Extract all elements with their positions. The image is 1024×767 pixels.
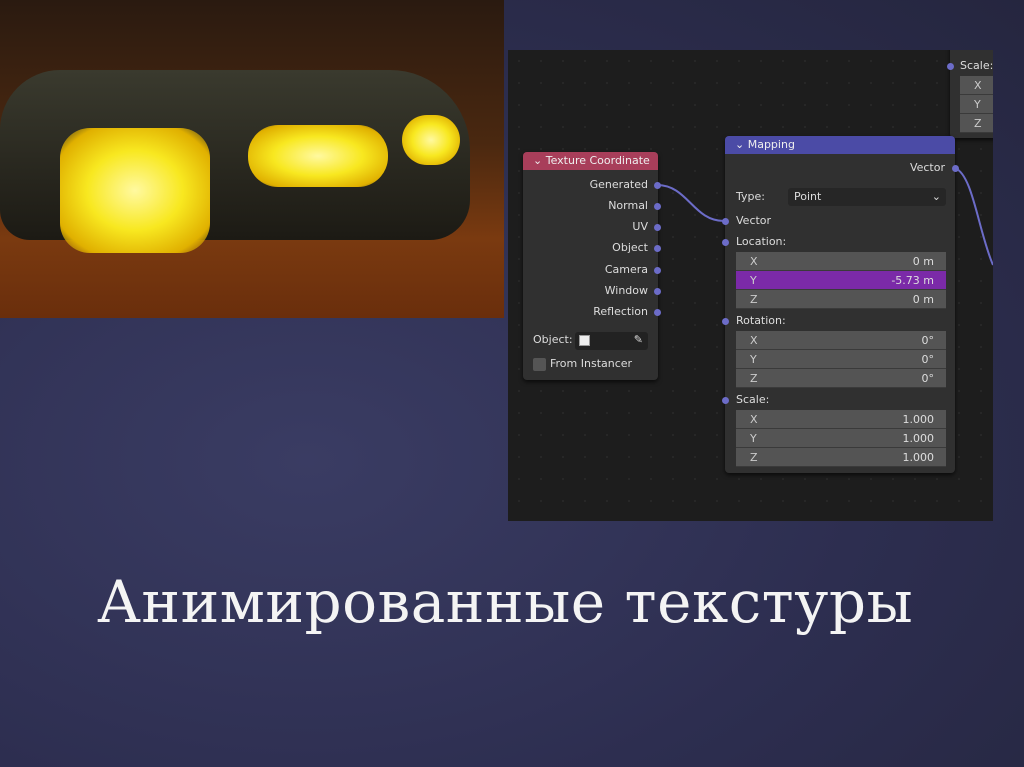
output-window: Window: [604, 284, 648, 297]
side-scale-label: Scale:: [960, 59, 993, 72]
engine-glow-right: [402, 115, 460, 165]
from-instancer-checkbox[interactable]: [533, 358, 546, 371]
output-camera: Camera: [604, 263, 648, 276]
engine-glow-left: [60, 128, 210, 253]
texture-coordinate-node[interactable]: ⌄ Texture Coordinate Generated Normal UV…: [523, 152, 661, 380]
socket[interactable]: [654, 245, 661, 252]
scale-z-field[interactable]: Z 1.000: [736, 448, 946, 467]
socket[interactable]: [722, 397, 729, 404]
node-header[interactable]: ⌄ Texture Coordinate: [523, 152, 658, 170]
mapping-node[interactable]: ⌄ Mapping Vector Type: Point ⌄ Vector Loc…: [722, 136, 959, 473]
scale-x-field[interactable]: X 1.000: [736, 410, 946, 429]
output-object: Object: [612, 241, 648, 254]
location-z-field[interactable]: Z0 m: [736, 290, 946, 309]
object-label: Object:: [533, 333, 573, 346]
chevron-down-icon: ⌄: [931, 190, 941, 203]
socket[interactable]: [654, 224, 661, 231]
side-node[interactable]: Scale: X Y Z: [947, 50, 993, 138]
socket[interactable]: [654, 288, 661, 295]
engine-glow-middle: [248, 125, 388, 187]
object-field[interactable]: ✎: [575, 332, 648, 350]
socket[interactable]: [722, 239, 729, 246]
scale-y-field[interactable]: Y 1.000: [736, 429, 946, 448]
node-editor[interactable]: Scale: X Y Z ⌄ Texture Coordinate Genera…: [508, 50, 993, 521]
type-label: Type:: [736, 190, 765, 203]
rotation-z-field[interactable]: Z 0°: [736, 369, 946, 388]
from-instancer-label: From Instancer: [550, 357, 633, 370]
location-x-field[interactable]: X0 m: [736, 252, 946, 271]
output-reflection: Reflection: [593, 305, 648, 318]
slide-title: Анимированные текстуры: [97, 568, 914, 636]
socket[interactable]: [654, 182, 661, 189]
eyedropper-icon[interactable]: ✎: [634, 333, 643, 346]
object-icon: [579, 335, 590, 346]
render-image: [0, 0, 504, 318]
type-dropdown[interactable]: Point ⌄: [788, 188, 946, 206]
output-normal: Normal: [608, 199, 648, 212]
node-header[interactable]: ⌄ Mapping: [725, 136, 955, 154]
socket[interactable]: [654, 267, 661, 274]
socket[interactable]: [722, 218, 729, 225]
rotation-x-field[interactable]: X 0°: [736, 331, 946, 350]
output-vector: Vector: [909, 161, 945, 174]
socket[interactable]: [722, 318, 729, 325]
socket[interactable]: [952, 165, 959, 172]
socket[interactable]: [654, 203, 661, 210]
location-y-field[interactable]: Y -5.73 m: [736, 271, 946, 290]
output-generated: Generated: [589, 178, 648, 191]
socket[interactable]: [654, 309, 661, 316]
output-uv: UV: [632, 220, 648, 233]
rotation-y-field[interactable]: Y 0°: [736, 350, 946, 369]
